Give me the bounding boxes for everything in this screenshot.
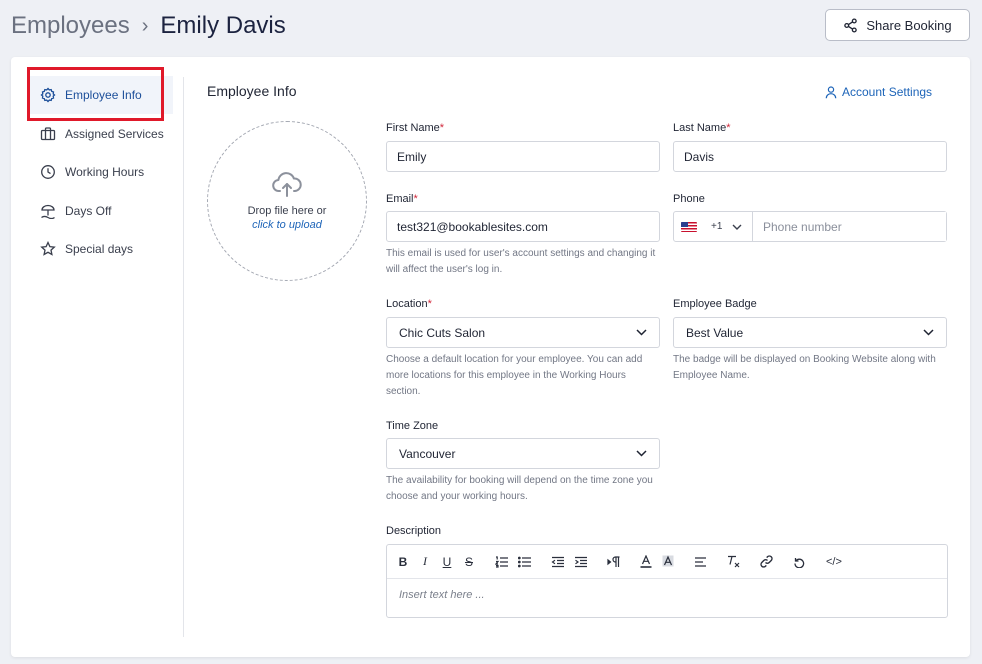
account-settings-link[interactable]: Account Settings xyxy=(825,85,932,99)
email-input[interactable] xyxy=(386,211,660,242)
cloud-upload-icon xyxy=(272,172,302,197)
sidebar-item-special-days[interactable]: Special days xyxy=(29,230,173,268)
bullet-list-icon[interactable] xyxy=(518,556,531,568)
page-header: Employees › Emily Davis Share Booking xyxy=(0,0,982,56)
indent-icon[interactable] xyxy=(574,556,587,568)
phone-label: Phone xyxy=(673,193,705,205)
italic-icon[interactable]: I xyxy=(419,554,431,569)
outdent-icon[interactable] xyxy=(551,556,564,568)
text-direction-icon[interactable] xyxy=(607,555,620,568)
sidebar-item-assigned-services[interactable]: Assigned Services xyxy=(29,115,173,153)
location-help-text: Choose a default location for your emplo… xyxy=(386,354,643,397)
chevron-down-icon xyxy=(732,224,742,230)
editor-toolbar: B I U S </> xyxy=(387,545,947,579)
location-select[interactable]: Chic Cuts Salon xyxy=(386,317,660,348)
email-help-text: This email is used for user's account se… xyxy=(386,248,656,275)
location-value: Chic Cuts Salon xyxy=(399,325,486,340)
photo-upload-dropzone[interactable]: Drop file here or click to upload xyxy=(207,121,367,281)
sidebar-item-label: Days Off xyxy=(65,204,112,218)
align-icon[interactable] xyxy=(694,556,707,568)
phone-number-input[interactable] xyxy=(753,212,946,241)
breadcrumb: Employees › Emily Davis xyxy=(11,11,286,41)
font-color-icon[interactable] xyxy=(640,555,652,568)
share-booking-label: Share Booking xyxy=(866,17,952,33)
link-icon[interactable] xyxy=(760,555,773,568)
background-color-icon[interactable] xyxy=(662,555,674,568)
country-code-select[interactable]: +1 xyxy=(674,212,753,241)
time-zone-label: Time Zone xyxy=(386,420,439,432)
section-title: Employee Info xyxy=(207,83,297,99)
breadcrumb-employees-link[interactable]: Employees xyxy=(11,11,130,41)
us-flag-icon xyxy=(681,221,697,232)
time-zone-value: Vancouver xyxy=(399,446,456,461)
last-name-label: Last Name* xyxy=(673,122,731,134)
sidebar-item-working-hours[interactable]: Working Hours xyxy=(29,153,173,191)
location-label: Location* xyxy=(386,298,432,310)
time-zone-help-text: The availability for booking will depend… xyxy=(386,475,653,502)
chevron-down-icon xyxy=(636,450,647,457)
email-label: Email* xyxy=(386,193,418,205)
badge-value: Best Value xyxy=(686,325,744,340)
user-icon xyxy=(825,85,837,98)
first-name-label: First Name* xyxy=(386,122,445,134)
description-label: Description xyxy=(386,525,442,537)
sidebar-divider xyxy=(183,77,184,637)
sidebar-item-label: Assigned Services xyxy=(65,127,164,141)
sidebar-item-label: Employee Info xyxy=(65,88,142,102)
employee-badge-select[interactable]: Best Value xyxy=(673,317,947,348)
bold-icon[interactable]: B xyxy=(397,555,409,569)
code-view-icon[interactable]: </> xyxy=(826,556,842,568)
employee-card: Employee Info Assigned Services Working … xyxy=(11,57,970,657)
strikethrough-icon[interactable]: S xyxy=(463,555,475,569)
undo-icon[interactable] xyxy=(793,555,806,568)
sidebar-item-employee-info[interactable]: Employee Info xyxy=(29,76,173,114)
share-booking-button[interactable]: Share Booking xyxy=(825,9,970,41)
ordered-list-icon[interactable] xyxy=(495,555,508,568)
sidebar-item-label: Special days xyxy=(65,242,134,256)
share-icon xyxy=(844,17,858,33)
description-textarea[interactable]: Insert text here ... xyxy=(387,579,947,611)
chevron-down-icon xyxy=(636,329,647,336)
account-settings-label: Account Settings xyxy=(842,85,933,99)
first-name-input[interactable] xyxy=(386,141,660,172)
description-editor: B I U S </> Insert text here ... xyxy=(386,544,948,618)
clock-icon xyxy=(39,163,57,181)
last-name-input[interactable] xyxy=(673,141,947,172)
page-title: Emily Davis xyxy=(160,12,286,39)
dropzone-text: Drop file here or xyxy=(247,205,327,217)
gear-icon xyxy=(39,86,57,104)
employee-badge-label: Employee Badge xyxy=(673,298,757,310)
chevron-down-icon xyxy=(923,329,934,336)
beach-umbrella-icon xyxy=(39,202,57,220)
badge-help-text: The badge will be displayed on Booking W… xyxy=(673,354,936,381)
sidebar-item-days-off[interactable]: Days Off xyxy=(29,192,173,230)
click-to-upload-link[interactable]: click to upload xyxy=(252,219,322,231)
sidebar-item-label: Working Hours xyxy=(65,165,145,179)
star-icon xyxy=(39,240,57,258)
phone-field: +1 xyxy=(673,211,947,242)
underline-icon[interactable]: U xyxy=(441,555,453,569)
sidebar: Employee Info Assigned Services Working … xyxy=(11,57,183,657)
country-code: +1 xyxy=(711,221,723,232)
clear-format-icon[interactable] xyxy=(727,555,740,568)
time-zone-select[interactable]: Vancouver xyxy=(386,438,660,469)
breadcrumb-separator: › xyxy=(141,15,149,37)
briefcase-icon xyxy=(39,125,57,143)
